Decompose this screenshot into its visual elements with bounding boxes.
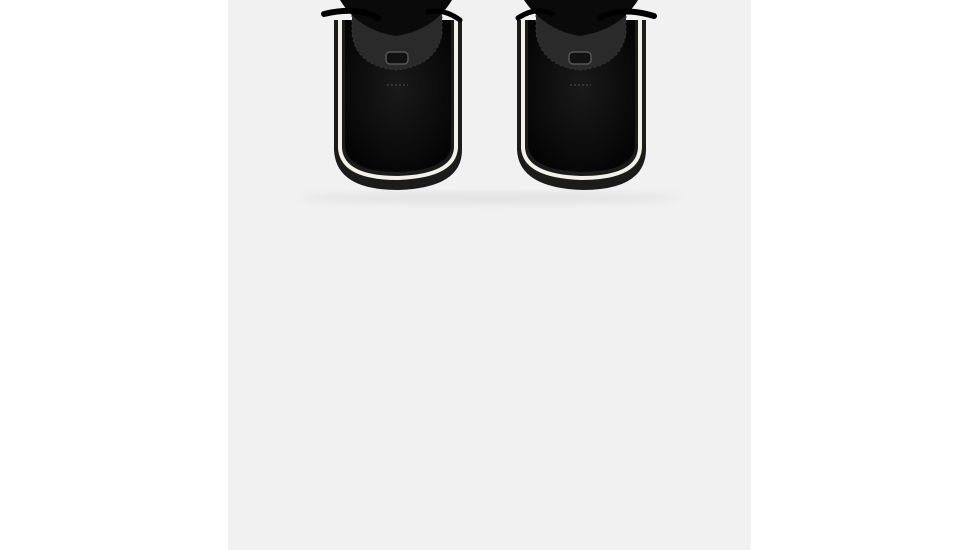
right-boot (515, 0, 657, 190)
product-image (228, 0, 751, 550)
left-boot-toe-loop (385, 51, 409, 65)
floor-shadow (301, 192, 681, 204)
boots-illustration (301, 0, 681, 204)
image-viewer (0, 0, 978, 550)
right-boot-toe-loop (568, 51, 592, 65)
left-boot-lace (321, 7, 381, 21)
left-boot (321, 0, 463, 190)
